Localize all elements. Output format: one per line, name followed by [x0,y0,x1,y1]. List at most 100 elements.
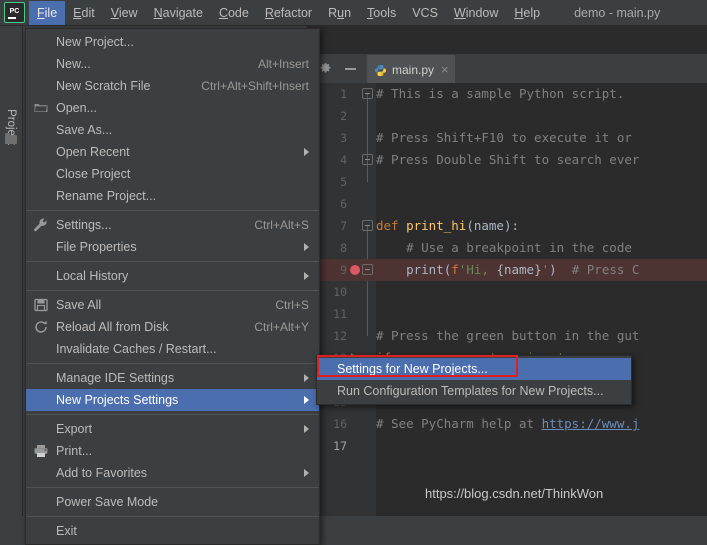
menu-separator [26,487,319,488]
menu-file[interactable]: File [29,1,65,25]
menu-item-settings[interactable]: Settings...Ctrl+Alt+S [26,214,319,236]
menu-separator [26,290,319,291]
menu-separator [26,210,319,211]
code-line[interactable]: 5 [307,171,707,193]
menu-item-shortcut: Ctrl+S [257,298,309,312]
code-text: # See PyCharm help at https://www.j [376,413,639,435]
tab-main-py[interactable]: main.py × [367,55,455,83]
menu-item-save-all[interactable]: Save AllCtrl+S [26,294,319,316]
menu-item-label: Add to Favorites [56,466,296,480]
code-line[interactable]: 17 [307,435,707,457]
menu-item-new-scratch-file[interactable]: New Scratch FileCtrl+Alt+Shift+Insert [26,75,319,97]
wrench-icon [33,217,49,233]
menu-item-power-save-mode[interactable]: Power Save Mode [26,491,319,513]
menu-item-new[interactable]: New...Alt+Insert [26,53,319,75]
gear-icon[interactable] [319,62,332,75]
code-line[interactable]: 9 print(f'Hi, {name}') # Press C [307,259,707,281]
file-menu-dropdown[interactable]: New Project... New...Alt+InsertNew Scratc… [25,28,320,545]
menu-item-exit[interactable]: Exit [26,520,319,542]
watermark-text: https://blog.csdn.net/ThinkWon [425,486,603,501]
menu-separator [26,261,319,262]
menu-item-add-to-favorites[interactable]: Add to Favorites [26,462,319,484]
menu-item-manage-ide-settings[interactable]: Manage IDE Settings [26,367,319,389]
menu-item-file-properties[interactable]: File Properties [26,236,319,258]
menu-item-label: Rename Project... [56,189,309,203]
code-text: # This is a sample Python script. [376,83,624,105]
code-text: print(f'Hi, {name}') # Press C [376,259,639,281]
pycharm-logo-bar [8,17,16,19]
close-icon[interactable]: × [439,65,449,75]
code-line[interactable]: 7def print_hi(name): [307,215,707,237]
code-line[interactable]: 10 [307,281,707,303]
code-line[interactable]: 12# Press the green button in the gut [307,325,707,347]
menu-item-print[interactable]: Print... [26,440,319,462]
code-line[interactable]: 16# See PyCharm help at https://www.j [307,413,707,435]
menu-item-reload-all-from-disk[interactable]: Reload All from DiskCtrl+Alt+Y [26,316,319,338]
new-projects-settings-submenu[interactable]: Settings for New Projects... Run Configur… [316,355,632,405]
chevron-right-icon [304,396,309,404]
menu-item-label: New Projects Settings [56,393,296,407]
menu-item-export[interactable]: Export [26,418,319,440]
menu-item-label: New Project... [56,35,309,49]
submenu-item-run-configuration-templates-for-new-projects[interactable]: Run Configuration Templates for New Proj… [317,380,631,402]
menu-item-shortcut: Ctrl+Alt+Y [236,320,309,334]
breakpoint-icon[interactable] [350,265,360,275]
menu-separator [26,414,319,415]
code-line[interactable]: 6 [307,193,707,215]
menu-item-new-projects-settings[interactable]: New Projects Settings [26,389,319,411]
menu-refactor[interactable]: Refactor [257,1,320,25]
code-fold-toggle-icon[interactable] [362,264,373,275]
menu-item-open-recent[interactable]: Open Recent [26,141,319,163]
menu-item-label: Export [56,422,296,436]
submenu-item-label: Settings for New Projects... [337,362,621,376]
code-line[interactable]: 11 [307,303,707,325]
pycharm-window: demo Project [0,0,707,516]
submenu-item-settings-for-new-projects[interactable]: Settings for New Projects... [317,358,631,380]
menu-window[interactable]: Window [446,1,506,25]
chevron-right-icon [304,425,309,433]
code-line[interactable]: 2 [307,105,707,127]
code-fold-toggle-icon[interactable] [362,220,373,231]
menu-edit[interactable]: Edit [65,1,103,25]
code-line[interactable]: 8 # Use a breakpoint in the code [307,237,707,259]
code-text: # Press the green button in the gut [376,325,639,347]
menu-item-label: Save As... [56,123,309,137]
code-text: def print_hi(name): [376,215,519,237]
code-line[interactable]: 3# Press Shift+F10 to execute it or [307,127,707,149]
code-fold-toggle-icon[interactable] [362,88,373,99]
pycharm-logo-icon: PC [4,2,25,23]
menu-navigate[interactable]: Navigate [146,1,211,25]
menu-item-label: Open... [56,101,309,115]
menu-item-local-history[interactable]: Local History [26,265,319,287]
minimize-icon[interactable] [345,68,356,70]
menu-item-save-as[interactable]: Save As... [26,119,319,141]
code-fold-toggle-icon[interactable] [362,154,373,165]
code-line[interactable]: 1# This is a sample Python script. [307,83,707,105]
menu-code[interactable]: Code [211,1,257,25]
code-line[interactable]: 4# Press Double Shift to search ever [307,149,707,171]
menu-item-shortcut: Alt+Insert [240,57,309,71]
reload-icon [33,319,49,335]
menu-item-invalidate-caches-restart[interactable]: Invalidate Caches / Restart... [26,338,319,360]
folder-icon [33,100,49,116]
menu-item-new-project[interactable]: New Project... [26,31,319,53]
menu-item-close-project[interactable]: Close Project [26,163,319,185]
menu-view[interactable]: View [103,1,146,25]
menu-item-open[interactable]: Open... [26,97,319,119]
printer-icon [33,443,49,459]
code-editor[interactable]: 1# This is a sample Python script.23# Pr… [307,83,707,516]
menu-item-label: Close Project [56,167,309,181]
menu-tools[interactable]: Tools [359,1,404,25]
editor-area: main.py × 1# This is a sample Python scr… [307,25,707,516]
chevron-right-icon [304,243,309,251]
folder-icon[interactable] [5,135,17,144]
menu-vcs[interactable]: VCS [404,1,446,25]
submenu-item-label: Run Configuration Templates for New Proj… [337,384,621,398]
menu-bar-items: FileEditViewNavigateCodeRefactorRunTools… [29,1,548,25]
sidebar-item-project[interactable]: Project [0,87,22,167]
menu-help[interactable]: Help [506,1,548,25]
menu-run[interactable]: Run [320,1,359,25]
menu-item-rename-project[interactable]: Rename Project... [26,185,319,207]
menu-separator [26,363,319,364]
menu-separator [26,516,319,517]
